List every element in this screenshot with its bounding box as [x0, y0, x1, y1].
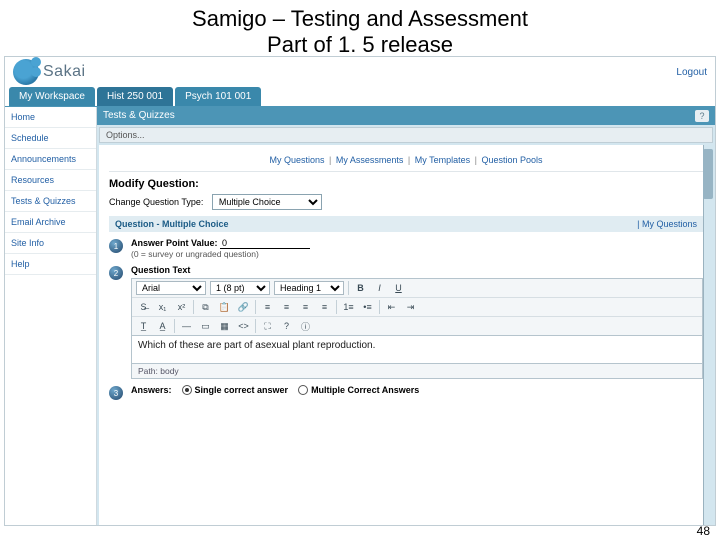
rte-bgcolor-icon[interactable]: A̲ — [155, 319, 170, 333]
rte-source-icon[interactable]: <> — [236, 319, 251, 333]
leftnav-schedule[interactable]: Schedule — [5, 128, 96, 149]
answer-point-hint: (0 = survey or ungraded question) — [131, 249, 703, 259]
answer-point-input[interactable] — [220, 238, 310, 249]
question-band-myquestions[interactable]: | My Questions — [637, 219, 697, 229]
rte-superscript-icon[interactable]: x² — [174, 300, 189, 314]
leftnav-resources[interactable]: Resources — [5, 170, 96, 191]
left-nav: Home Schedule Announcements Resources Te… — [5, 107, 97, 525]
opt-multiple-label: Multiple Correct Answers — [311, 385, 419, 395]
options-bar[interactable]: Options... — [99, 127, 713, 143]
change-type-select[interactable]: Multiple Choice — [212, 194, 322, 210]
rte-strike-icon[interactable]: S̶ — [136, 300, 151, 314]
leftnav-announcements[interactable]: Announcements — [5, 149, 96, 170]
tool-titlebar: Tests & Quizzes ? — [97, 107, 715, 125]
logout-link[interactable]: Logout — [676, 67, 707, 78]
subnav-my-questions[interactable]: My Questions — [269, 155, 324, 165]
app-header: Sakai Logout — [5, 57, 715, 87]
assessment-subnav: My Questions | My Assessments | My Templ… — [109, 151, 703, 172]
slide-number: 48 — [697, 524, 710, 538]
modify-question-heading: Modify Question: — [109, 178, 703, 190]
sakai-logo: Sakai — [13, 59, 86, 85]
rte-block-format[interactable]: Heading 1 — [274, 281, 344, 295]
rte-align-right-icon[interactable]: ≡ — [298, 300, 313, 314]
leftnav-tests-quizzes[interactable]: Tests & Quizzes — [5, 191, 96, 212]
site-tab-psych101[interactable]: Psych 101 001 — [175, 87, 261, 106]
step-3-badge: 3 — [109, 386, 123, 400]
step-1-badge: 1 — [109, 239, 123, 253]
rte-font-family[interactable]: Arial — [136, 281, 206, 295]
rte-toolbar: Arial 1 (8 pt) Heading 1 B I U S̶ — [131, 278, 703, 336]
subnav-my-templates[interactable]: My Templates — [415, 155, 470, 165]
rte-bold-icon[interactable]: B — [353, 281, 368, 295]
sakai-app-window: Sakai Logout My Workspace Hist 250 001 P… — [4, 56, 716, 526]
rte-editor[interactable]: Which of these are part of asexual plant… — [131, 336, 703, 364]
rte-justify-icon[interactable]: ≡ — [317, 300, 332, 314]
rte-textcolor-icon[interactable]: T̲ — [136, 319, 151, 333]
step-1: 1 Answer Point Value: (0 = survey or ung… — [109, 238, 703, 259]
rte-image-icon[interactable]: ▭ — [198, 319, 213, 333]
subnav-question-pools[interactable]: Question Pools — [482, 155, 543, 165]
site-tabs: My Workspace Hist 250 001 Psych 101 001 — [5, 87, 715, 107]
rte-hr-icon[interactable]: — — [179, 319, 194, 333]
rte-paste-icon[interactable]: 📋 — [217, 300, 232, 314]
rte-path-label: Path: — [138, 366, 158, 376]
opt-single-label: Single correct answer — [195, 385, 289, 395]
subnav-my-assessments[interactable]: My Assessments — [336, 155, 404, 165]
answer-point-label: Answer Point Value: — [131, 238, 218, 248]
radio-single-correct[interactable] — [182, 385, 192, 395]
leftnav-home[interactable]: Home — [5, 107, 96, 128]
tool-title-text: Tests & Quizzes — [103, 110, 175, 122]
rte-fullscreen-icon[interactable]: ⛶ — [260, 319, 275, 333]
rte-path-bar: Path: body — [131, 364, 703, 379]
scrollbar-thumb[interactable] — [703, 149, 713, 199]
scrollbar-track[interactable] — [703, 145, 713, 525]
radio-multiple-correct[interactable] — [298, 385, 308, 395]
step-2: 2 Question Text Arial 1 (8 pt) Heading 1… — [109, 265, 703, 379]
slide-title: Samigo – Testing and Assessment Part of … — [0, 0, 720, 60]
leftnav-help[interactable]: Help — [5, 254, 96, 275]
rte-align-left-icon[interactable]: ≡ — [260, 300, 275, 314]
change-type-row: Change Question Type: Multiple Choice — [109, 194, 703, 210]
tool-content: My Questions | My Assessments | My Templ… — [99, 145, 713, 525]
rte-about-icon[interactable]: ⓘ — [298, 319, 313, 333]
rte-list-bullet-icon[interactable]: •≡ — [360, 300, 375, 314]
question-text-label: Question Text — [131, 265, 703, 275]
site-tab-hist250[interactable]: Hist 250 001 — [97, 87, 173, 106]
rte-copy-icon[interactable]: ⧉ — [198, 300, 213, 314]
site-tab-myworkspace[interactable]: My Workspace — [9, 87, 95, 106]
tool-help-icon[interactable]: ? — [695, 110, 709, 122]
body-row: Home Schedule Announcements Resources Te… — [5, 107, 715, 525]
rte-outdent-icon[interactable]: ⇤ — [384, 300, 399, 314]
change-type-label: Change Question Type: — [109, 197, 203, 207]
sakai-logo-icon — [13, 59, 39, 85]
question-band-label: Question - Multiple Choice — [115, 219, 229, 229]
rte-help-icon[interactable]: ? — [279, 319, 294, 333]
question-band: Question - Multiple Choice | My Question… — [109, 216, 703, 232]
sakai-logo-text: Sakai — [43, 63, 86, 81]
leftnav-email-archive[interactable]: Email Archive — [5, 212, 96, 233]
rte-underline-icon[interactable]: U — [391, 281, 406, 295]
rte-indent-icon[interactable]: ⇥ — [403, 300, 418, 314]
rte-font-size[interactable]: 1 (8 pt) — [210, 281, 270, 295]
rte-path-value: body — [160, 366, 178, 376]
step-2-badge: 2 — [109, 266, 123, 280]
answers-label: Answers: — [131, 385, 172, 395]
rte-table-icon[interactable]: ▦ — [217, 319, 232, 333]
rte-italic-icon[interactable]: I — [372, 281, 387, 295]
rte-list-ordered-icon[interactable]: 1≡ — [341, 300, 356, 314]
rte-align-center-icon[interactable]: ≡ — [279, 300, 294, 314]
rte-subscript-icon[interactable]: x₁ — [155, 300, 170, 314]
step-3: 3 Answers: Single correct answer Multipl… — [109, 385, 703, 400]
main-area: Tests & Quizzes ? Options... My Question… — [97, 107, 715, 525]
rte-link-icon[interactable]: 🔗 — [236, 300, 251, 314]
leftnav-site-info[interactable]: Site Info — [5, 233, 96, 254]
